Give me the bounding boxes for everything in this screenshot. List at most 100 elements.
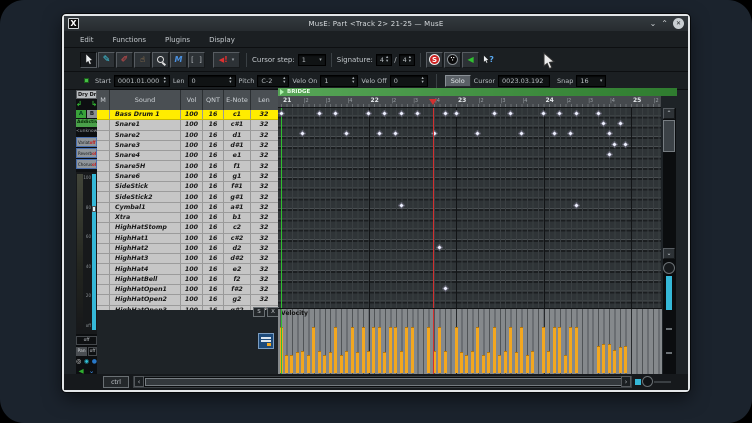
velocity-bar[interactable]: [455, 327, 458, 373]
velocity-bar[interactable]: [493, 327, 496, 373]
drum-row-bass-drum-1[interactable]: Bass Drum 110016c132: [97, 110, 278, 120]
title-bar[interactable]: X MusE: Part <Track 2> 21-25 — MusE ⌄ ⌃ …: [64, 16, 688, 31]
velocity-bar[interactable]: [515, 352, 518, 373]
velocity-bar[interactable]: [367, 351, 370, 373]
drum-row-snare5h[interactable]: Snare5H10016f132: [97, 161, 278, 171]
scroll-left-button[interactable]: ‹: [134, 376, 144, 387]
velocity-bar[interactable]: [602, 344, 605, 373]
velocity-bar[interactable]: [619, 347, 622, 373]
controller-reverb[interactable]: Reverboff: [76, 148, 97, 158]
velocity-panel[interactable]: Velocity: [278, 308, 662, 374]
eraser-tool-button[interactable]: ✐: [116, 52, 133, 68]
horizontal-scrollbar[interactable]: ‹ ›: [133, 376, 632, 388]
velocity-bar[interactable]: [547, 351, 550, 373]
drum-row-sidestick2[interactable]: SideStick210016g#132: [97, 192, 278, 202]
whats-this-button[interactable]: ?: [480, 52, 497, 68]
velocity-bar[interactable]: [520, 327, 523, 373]
velo-off-spinbox[interactable]: 0 ▴▾: [390, 75, 428, 87]
speaker-toggle-button[interactable]: ◀: [462, 52, 479, 68]
scroll-right-button[interactable]: ›: [621, 376, 631, 387]
velocity-bar[interactable]: [323, 355, 326, 373]
marker-strip[interactable]: BRIDGE: [278, 88, 677, 96]
controller-chorus[interactable]: Chorusoff: [76, 159, 97, 169]
vertical-zoom-slider[interactable]: [666, 276, 672, 310]
velocity-bar[interactable]: [372, 327, 375, 373]
controller-select-icon[interactable]: [258, 333, 274, 349]
velocity-bar[interactable]: [465, 355, 468, 373]
drum-row-highhat3[interactable]: HighHat310016d#232: [97, 254, 278, 264]
header-qnt[interactable]: QNT: [203, 90, 224, 110]
bank-b-button[interactable]: B: [87, 110, 97, 118]
horizontal-zoom-knob[interactable]: [642, 376, 653, 387]
velocity-bar[interactable]: [564, 355, 567, 373]
playhead-marker-icon[interactable]: [429, 99, 437, 105]
zoom-tool-button[interactable]: [152, 52, 169, 68]
velocity-bar[interactable]: [312, 327, 315, 373]
drum-row-snare4[interactable]: Snare410016e132: [97, 151, 278, 161]
velocity-bar[interactable]: [411, 327, 414, 373]
solo-button[interactable]: Solo: [445, 75, 471, 87]
ctrl-button[interactable]: ctrl: [103, 376, 129, 388]
power-icon[interactable]: ◎: [76, 358, 81, 365]
pan-value-box[interactable]: off: [88, 347, 97, 356]
vertical-scrollbar-thumb[interactable]: [663, 120, 675, 152]
velocity-bar[interactable]: [383, 352, 386, 373]
velocity-bar[interactable]: [542, 327, 545, 373]
maximize-icon[interactable]: ⌃: [661, 19, 668, 29]
drum-row-highhatopen2[interactable]: HighHatOpen210016g232: [97, 295, 278, 305]
patch-name[interactable]: Addictive D: [76, 119, 97, 127]
splitter-s-button[interactable]: S: [253, 307, 265, 317]
drum-row-snare1[interactable]: Snare110016c#132: [97, 120, 278, 130]
velocity-bar[interactable]: [427, 327, 430, 373]
velocity-bar[interactable]: [438, 327, 441, 373]
velocity-bar[interactable]: [389, 327, 392, 373]
volume-value-box[interactable]: off: [76, 336, 97, 345]
time-ruler[interactable]: 21|2|3|422|2|3|423|2|3|424|2|3|425|2|3|4: [278, 96, 661, 108]
pan-tool-button[interactable]: ☝: [134, 52, 151, 68]
velocity-bar[interactable]: [482, 355, 485, 373]
velocity-bar[interactable]: [597, 346, 600, 373]
prev-patch-icon[interactable]: ↲: [76, 100, 82, 109]
velocity-bar[interactable]: [624, 346, 627, 373]
signature-division-spinbox[interactable]: 4 ▴▾: [399, 54, 415, 66]
velocity-bar[interactable]: [307, 355, 310, 373]
velocity-bar[interactable]: [526, 355, 529, 373]
horizontal-scrollbar-thumb[interactable]: [145, 378, 622, 386]
velocity-bar[interactable]: [575, 327, 578, 373]
velocity-bar[interactable]: [351, 327, 354, 373]
velocity-bar[interactable]: [608, 344, 611, 373]
menu-item-functions[interactable]: Functions: [113, 36, 146, 44]
velocity-bar[interactable]: [444, 351, 447, 373]
velo-on-spinbox[interactable]: 1 ▴▾: [320, 75, 358, 87]
fader-thumb[interactable]: [92, 206, 96, 212]
velocity-bar[interactable]: [394, 327, 397, 373]
velocity-bar[interactable]: [460, 352, 463, 373]
fader-track[interactable]: [92, 174, 96, 330]
pencil-tool-button[interactable]: ✎: [98, 52, 115, 68]
velocity-bar[interactable]: [504, 351, 507, 373]
close-icon[interactable]: ✕: [673, 18, 684, 29]
zoom-slider-value[interactable]: [635, 379, 641, 385]
velocity-bar[interactable]: [471, 351, 474, 373]
velocity-bar[interactable]: [356, 352, 359, 373]
track-name-box[interactable]: Dry Drums2: [76, 90, 97, 99]
step-record-button[interactable]: S: [426, 52, 443, 68]
drum-row-cymbal1[interactable]: Cymbal110016a#132: [97, 203, 278, 213]
drum-row-xtra[interactable]: Xtra10016b132: [97, 213, 278, 223]
draw-tool-button[interactable]: M: [170, 52, 187, 68]
controller-variat[interactable]: Variatoff: [76, 137, 97, 147]
velocity-bar[interactable]: [296, 352, 299, 373]
velocity-bar[interactable]: [558, 327, 561, 373]
velocity-bar[interactable]: [476, 327, 479, 373]
header-e-note[interactable]: E-Note: [224, 90, 251, 110]
velocity-bar[interactable]: [345, 351, 348, 373]
velocity-bar[interactable]: [531, 351, 534, 373]
pointer-tool-button[interactable]: [80, 52, 97, 68]
velocity-bar[interactable]: [487, 352, 490, 373]
velocity-bar[interactable]: [613, 350, 616, 373]
bank-a-button[interactable]: A: [76, 110, 86, 118]
velocity-bar[interactable]: [509, 327, 512, 373]
vertical-zoom-knob[interactable]: [663, 262, 675, 274]
velocity-bar[interactable]: [340, 355, 343, 373]
drum-row-highhat1[interactable]: HighHat110016c#232: [97, 234, 278, 244]
